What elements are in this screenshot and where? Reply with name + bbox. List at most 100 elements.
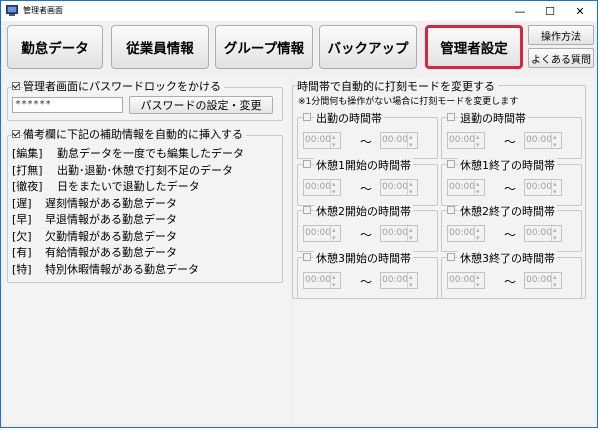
time-slot-label: 退勤の時間帯 bbox=[458, 110, 528, 126]
time-slot-group: 休憩2開始の時間帯 00:00 00:00 〜 bbox=[297, 203, 438, 252]
time-value: 00:00 bbox=[382, 228, 408, 238]
time-slot-checkbox[interactable] bbox=[447, 159, 455, 168]
remark-description: 有給情報がある勤怠データ bbox=[45, 246, 177, 259]
time-value: 00:00 bbox=[526, 181, 552, 192]
time-slot-checkbox[interactable] bbox=[447, 113, 455, 121]
remark-tag: [遅] bbox=[12, 196, 32, 210]
spinner-icon[interactable] bbox=[330, 130, 340, 153]
time-value: 00:00 bbox=[526, 228, 552, 238]
time-slot-checkbox[interactable] bbox=[303, 252, 311, 261]
time-from-input[interactable]: 00:00 bbox=[303, 270, 341, 293]
range-separator: 〜 bbox=[360, 274, 373, 289]
spinner-icon[interactable] bbox=[551, 270, 561, 293]
time-slot-label: 休憩3開始の時間帯 bbox=[314, 249, 413, 266]
tab-label: 管理者設定 bbox=[440, 41, 508, 57]
time-slot-checkbox[interactable] bbox=[447, 206, 455, 214]
spinner-icon[interactable] bbox=[330, 177, 340, 200]
time-slot-label: 休憩2終了の時間帯 bbox=[458, 203, 557, 219]
time-slot-group: 休憩2終了の時間帯 00:00 00:00 〜 bbox=[441, 203, 582, 252]
time-value: 00:00 bbox=[382, 181, 408, 192]
app-icon bbox=[6, 5, 18, 16]
spinner-icon[interactable] bbox=[407, 177, 417, 200]
maximize-icon: ☐ bbox=[545, 4, 555, 18]
remark-description: 日をまたいで退勤したデータ bbox=[57, 180, 200, 193]
time-slot-checkbox[interactable] bbox=[447, 252, 455, 261]
spinner-icon[interactable] bbox=[407, 270, 417, 293]
range-separator: 〜 bbox=[504, 274, 517, 289]
time-to-input[interactable]: 00:00 bbox=[524, 130, 562, 153]
spinner-icon[interactable] bbox=[474, 130, 484, 153]
spinner-icon[interactable] bbox=[551, 177, 561, 200]
time-to-input[interactable]: 00:00 bbox=[380, 270, 418, 293]
remark-description: 出勤･退勤･休憩で打刻不足のデータ bbox=[57, 163, 233, 177]
timemode-note: ※1分間何も操作がない場合に打刻モードを変更します bbox=[298, 97, 519, 107]
spinner-icon[interactable] bbox=[474, 177, 484, 200]
range-separator: 〜 bbox=[504, 228, 517, 242]
time-slot-group: 出勤の時間帯 00:00 00:00 〜 bbox=[297, 110, 438, 159]
remark-tag: [有] bbox=[12, 246, 32, 259]
spinner-icon[interactable] bbox=[407, 223, 417, 246]
password-lock-checkbox[interactable] bbox=[12, 82, 20, 90]
remark-description: 特別休暇情報がある勤怠データ bbox=[45, 262, 199, 276]
time-slot-group: 休憩1終了の時間帯 00:00 00:00 〜 bbox=[441, 156, 582, 206]
remark-description: 早退情報がある勤怠データ bbox=[45, 213, 177, 226]
spinner-icon[interactable] bbox=[330, 270, 340, 293]
spinner-icon[interactable] bbox=[330, 223, 340, 246]
minimize-button[interactable]: — bbox=[505, 1, 535, 21]
manual-button[interactable]: 操作方法 bbox=[528, 25, 594, 45]
time-value: 00:00 bbox=[305, 228, 331, 238]
spinner-icon[interactable] bbox=[551, 223, 561, 246]
time-to-input[interactable]: 00:00 bbox=[380, 177, 418, 200]
time-value: 00:00 bbox=[382, 135, 408, 145]
time-to-input[interactable]: 00:00 bbox=[524, 177, 562, 200]
time-slot-checkbox[interactable] bbox=[303, 113, 311, 121]
tab-label: 勤怠データ bbox=[21, 41, 89, 57]
time-slot-label: 休憩3終了の時間帯 bbox=[458, 249, 557, 266]
time-to-input[interactable]: 00:00 bbox=[380, 223, 418, 246]
remarks-auto-checkbox[interactable] bbox=[12, 130, 20, 138]
password-lock-label: 管理者画面にパスワードロックをかける bbox=[23, 78, 224, 94]
time-value: 00:00 bbox=[526, 274, 552, 285]
spinner-icon[interactable] bbox=[551, 130, 561, 153]
time-slot-checkbox[interactable] bbox=[303, 159, 311, 168]
tab-employee-info[interactable]: 従業員情報 bbox=[111, 25, 209, 69]
admin-window: 管理者画面 — ☐ ✕ 勤怠データ 従業員情報 グループ情報 バックアップ 管理… bbox=[0, 0, 598, 428]
close-button[interactable]: ✕ bbox=[565, 1, 595, 21]
password-field[interactable]: ****** bbox=[12, 97, 123, 113]
time-value: 00:00 bbox=[449, 181, 475, 192]
spinner-icon[interactable] bbox=[474, 223, 484, 246]
tab-backup[interactable]: バックアップ bbox=[319, 25, 417, 69]
time-slot-checkbox[interactable] bbox=[303, 206, 311, 214]
time-from-input[interactable]: 00:00 bbox=[303, 177, 341, 200]
remark-description: 勤怠データを一度でも編集したデータ bbox=[57, 147, 244, 160]
remarks-auto-label: 備考欄に下記の補助情報を自動的に挿入する bbox=[23, 126, 246, 142]
time-from-input[interactable]: 00:00 bbox=[447, 177, 485, 200]
tab-attendance-data[interactable]: 勤怠データ bbox=[7, 25, 103, 69]
maximize-button[interactable]: ☐ bbox=[535, 1, 565, 21]
time-slot-label: 休憩1開始の時間帯 bbox=[314, 156, 413, 173]
range-separator: 〜 bbox=[360, 181, 373, 196]
time-from-input[interactable]: 00:00 bbox=[447, 130, 485, 153]
time-from-input[interactable]: 00:00 bbox=[447, 270, 485, 293]
time-to-input[interactable]: 00:00 bbox=[524, 223, 562, 246]
time-value: 00:00 bbox=[449, 274, 475, 285]
time-value: 00:00 bbox=[526, 135, 552, 145]
time-slot-label: 出勤の時間帯 bbox=[314, 110, 384, 126]
spinner-icon[interactable] bbox=[474, 270, 484, 293]
spinner-icon[interactable] bbox=[407, 130, 417, 153]
minimize-icon: — bbox=[514, 4, 526, 18]
remark-tag: [早] bbox=[12, 213, 32, 226]
time-from-input[interactable]: 00:00 bbox=[447, 223, 485, 246]
time-to-input[interactable]: 00:00 bbox=[380, 130, 418, 153]
tab-label: グループ情報 bbox=[223, 41, 305, 57]
tab-group-info[interactable]: グループ情報 bbox=[215, 25, 313, 69]
time-slot-group: 休憩3終了の時間帯 00:00 00:00 〜 bbox=[441, 249, 582, 299]
time-from-input[interactable]: 00:00 bbox=[303, 223, 341, 246]
time-value: 00:00 bbox=[305, 135, 331, 145]
time-from-input[interactable]: 00:00 bbox=[303, 130, 341, 153]
faq-button[interactable]: よくある質問 bbox=[528, 48, 594, 68]
time-to-input[interactable]: 00:00 bbox=[524, 270, 562, 293]
change-password-button[interactable]: パスワードの設定・変更 bbox=[129, 96, 273, 114]
time-slot-group: 休憩1開始の時間帯 00:00 00:00 〜 bbox=[297, 156, 438, 206]
tab-admin-settings[interactable]: 管理者設定 bbox=[425, 25, 523, 69]
